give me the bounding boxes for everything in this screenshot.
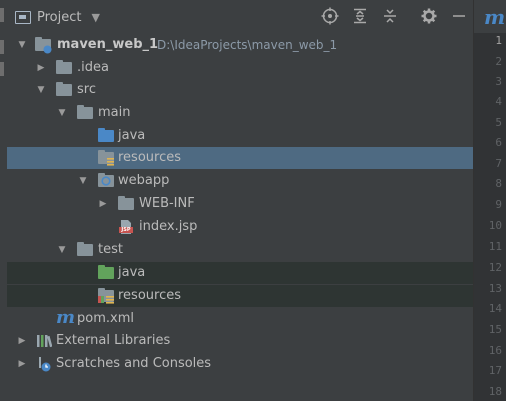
collapsed-arrow-icon[interactable]: ▶ (98, 199, 108, 209)
folder-icon (56, 60, 72, 76)
tree-item-label: Scratches and Consoles (56, 356, 212, 371)
line-number: 12 (488, 261, 502, 274)
tree-item-path: D:\IdeaProjects\maven_web_1 (157, 38, 338, 52)
strip-marker (0, 40, 4, 54)
tree-item-label: WEB-INF (139, 196, 195, 211)
project-view-selector[interactable]: Project ▼ (15, 8, 100, 26)
line-number: 5 (495, 116, 502, 129)
module-folder-icon (35, 37, 52, 54)
project-panel-header: Project ▼ (7, 0, 473, 33)
tree-item-label: resources (118, 150, 182, 165)
tree-item-test[interactable]: ▼ test (7, 239, 473, 261)
line-number: 4 (495, 95, 502, 108)
folder-icon (56, 82, 72, 98)
jsp-file-icon: JSP (118, 219, 134, 235)
tree-item-pom-xml[interactable]: m pom.xml (7, 307, 473, 330)
crosshair-icon[interactable] (321, 7, 339, 25)
line-number: 1 (495, 34, 502, 47)
maven-file-tab-icon: m (484, 5, 506, 29)
folder-icon (77, 105, 93, 121)
expanded-arrow-icon[interactable]: ▼ (57, 245, 67, 255)
tree-item-label: webapp (118, 173, 170, 188)
line-number: 7 (495, 157, 502, 170)
line-number: 13 (488, 282, 502, 295)
resources-folder-icon (98, 150, 114, 166)
line-number: 15 (488, 323, 502, 336)
tree-item-main-resources[interactable]: resources (7, 147, 473, 169)
tree-item-label: index.jsp (139, 219, 198, 234)
collapsed-arrow-icon[interactable]: ▶ (17, 336, 27, 346)
editor-gutter: m 1 2 3 4 5 6 7 8 9 10 11 12 13 14 15 16… (473, 0, 506, 401)
line-number: 18 (488, 385, 502, 398)
tree-item-test-java[interactable]: java (7, 262, 473, 284)
panel-title: Project (37, 9, 82, 25)
tree-item-main-java[interactable]: java (7, 125, 473, 147)
tree-item-src[interactable]: ▼ src (7, 79, 473, 101)
line-number: 11 (488, 240, 502, 253)
jsp-badge: JSP (121, 227, 131, 233)
tree-item-scratches-and-consoles[interactable]: ▶ Scratches and Consoles (7, 353, 473, 375)
editor-tab[interactable]: m (474, 0, 506, 33)
line-number: 2 (495, 55, 502, 68)
minimize-icon[interactable] (450, 7, 468, 25)
collapse-all-icon[interactable] (381, 7, 399, 25)
test-source-folder-icon (98, 265, 114, 281)
line-number: 10 (488, 219, 502, 232)
line-number: 9 (495, 198, 502, 211)
expanded-arrow-icon[interactable]: ▼ (78, 176, 88, 186)
source-folder-icon (98, 128, 114, 144)
line-number: 6 (495, 136, 502, 149)
tree-item-label: External Libraries (56, 333, 171, 348)
line-number: 17 (488, 364, 502, 377)
tree-item-label: main (98, 105, 131, 120)
project-panel: Project ▼ ▼ maven_web_1 D:\IdeaProjects\… (7, 0, 473, 401)
expand-all-icon[interactable] (351, 7, 369, 25)
scratches-icon (36, 356, 52, 372)
chevron-down-icon: ▼ (91, 10, 100, 24)
collapsed-arrow-icon[interactable]: ▶ (17, 359, 27, 369)
expanded-arrow-icon[interactable]: ▼ (57, 108, 67, 118)
tree-item-idea[interactable]: ▶ .idea (7, 57, 473, 79)
line-number: 14 (488, 302, 502, 315)
maven-icon: m (56, 307, 75, 328)
expanded-arrow-icon[interactable]: ▼ (17, 40, 27, 50)
tree-item-label: test (98, 242, 123, 257)
collapsed-arrow-icon[interactable]: ▶ (36, 63, 46, 73)
tree-item-main[interactable]: ▼ main (7, 102, 473, 124)
tree-item-label: .idea (77, 60, 109, 75)
maven-glyph: m (56, 307, 76, 328)
tree-item-external-libraries[interactable]: ▶ External Libraries (7, 330, 473, 352)
tree-item-webapp[interactable]: ▼ webapp (7, 170, 473, 192)
tree-item-label: maven_web_1 (57, 37, 159, 52)
strip-marker (0, 8, 4, 22)
tree-item-label: java (118, 265, 146, 280)
libraries-icon (36, 333, 53, 349)
tree-item-web-inf[interactable]: ▶ WEB-INF (7, 193, 473, 215)
line-number: 16 (488, 344, 502, 357)
folder-icon (118, 196, 134, 212)
web-folder-icon (98, 173, 114, 189)
expanded-arrow-icon[interactable]: ▼ (36, 85, 46, 95)
tree-item-index-jsp[interactable]: JSP index.jsp (7, 216, 473, 238)
tree-item-maven-web-1[interactable]: ▼ maven_web_1 D:\IdeaProjects\maven_web_… (7, 34, 473, 56)
strip-marker (0, 62, 4, 76)
line-number: 8 (495, 177, 502, 190)
tree-item-label: java (118, 128, 146, 143)
test-resources-folder-icon (98, 288, 114, 304)
tree-item-label: src (77, 82, 96, 97)
tree-item-test-resources[interactable]: resources (7, 285, 473, 307)
tree-item-label: resources (118, 288, 182, 303)
gear-icon[interactable] (420, 7, 438, 25)
project-icon (15, 10, 31, 24)
left-tool-strip (0, 0, 7, 401)
tree-item-label: pom.xml (77, 311, 134, 326)
folder-icon (77, 242, 93, 258)
line-number: 3 (495, 75, 502, 88)
